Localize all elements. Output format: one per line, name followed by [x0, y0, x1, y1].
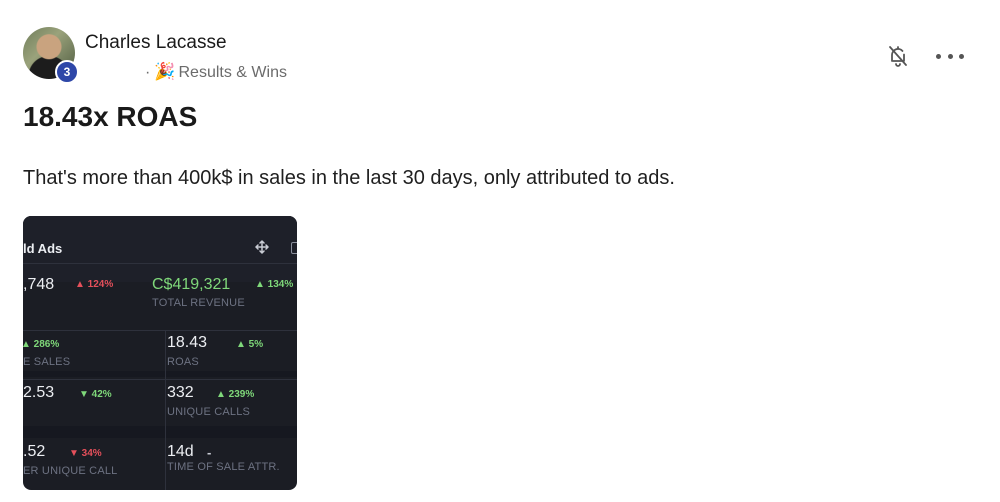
row-gap — [23, 371, 297, 377]
divider — [23, 330, 297, 331]
attached-screenshot[interactable]: ld Ads ,748 ▲ 124% C$419,321 ▲ 134% TOTA… — [23, 216, 297, 490]
metric-value: .52 — [23, 443, 46, 460]
row-gap — [23, 426, 297, 438]
meta-separator: · — [145, 64, 151, 81]
party-emoji-icon: 🎉 — [154, 62, 176, 81]
metric-change: - — [207, 445, 212, 460]
metric-value-total-revenue: C$419,321 — [152, 276, 231, 293]
metric-label: ROAS — [167, 356, 199, 368]
column-divider — [165, 330, 166, 490]
level-badge: 3 — [55, 60, 79, 84]
metric-change: ▲ 5% — [236, 339, 264, 350]
author-name[interactable]: Charles Lacasse — [85, 32, 227, 54]
metric-label: UNIQUE CALLS — [167, 406, 251, 418]
post-title: 18.43x ROAS — [23, 101, 198, 132]
metric-value-time-of-sale: 14d — [167, 443, 194, 460]
panel-edge-icon — [291, 242, 297, 254]
metric-change: ▼ 42% — [79, 389, 112, 400]
divider — [23, 379, 297, 380]
more-dot — [947, 53, 953, 59]
metric-change: ▲ 124% — [75, 279, 114, 290]
metric-change: ▲ 239% — [216, 389, 255, 400]
metric-label: TOTAL REVENUE — [152, 297, 245, 309]
metric-change: ▼ 34% — [69, 448, 102, 459]
more-dot — [959, 53, 964, 59]
metric-value-unique-calls: 332 — [167, 384, 194, 401]
metric-label: TIME OF SALE ATTR. — [167, 461, 280, 473]
move-icon — [255, 240, 269, 254]
bell-off-icon[interactable] — [886, 44, 910, 68]
more-dot — [936, 53, 941, 59]
metric-change: ▲ 286% — [23, 339, 60, 350]
post-body: That's more than 400k$ in sales in the l… — [23, 167, 675, 189]
metric-change: ▲ 134% — [255, 279, 294, 290]
panel-title: ld Ads — [23, 241, 63, 256]
metric-label: E SALES — [23, 356, 71, 368]
metric-value: 2.53 — [23, 384, 55, 401]
more-options-icon[interactable] — [936, 44, 964, 68]
metric-value: ,748 — [23, 276, 55, 293]
divider — [23, 263, 297, 264]
post-category[interactable]: · 🎉 Results & Wins — [145, 62, 287, 82]
category-label: Results & Wins — [178, 64, 287, 81]
metric-label: ER UNIQUE CALL — [23, 465, 118, 477]
metric-value-roas: 18.43 — [167, 334, 208, 351]
